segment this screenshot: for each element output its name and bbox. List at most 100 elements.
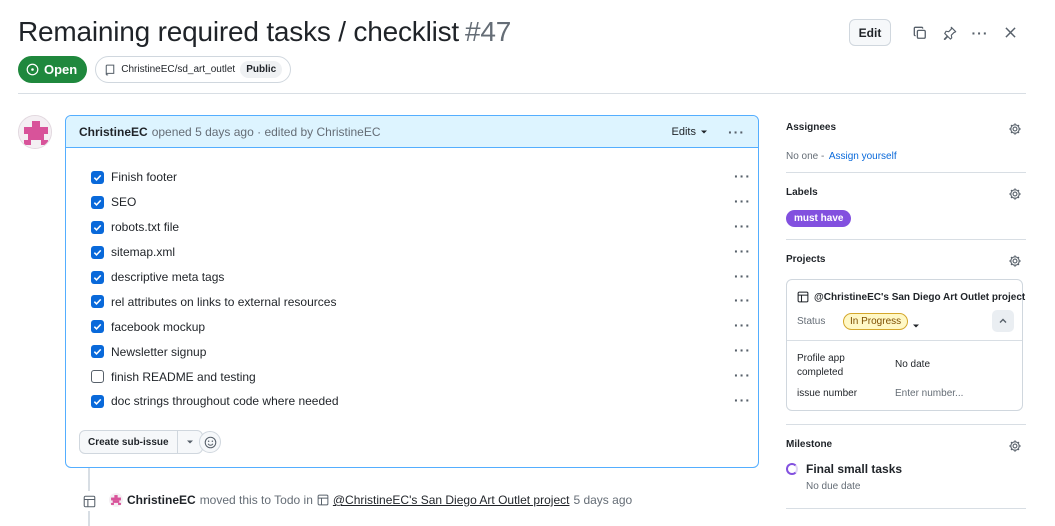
field-label-profile-app: Profile app completed — [797, 353, 845, 378]
task-checkbox[interactable] — [91, 270, 104, 284]
gear-icon[interactable] — [1008, 439, 1022, 458]
project-card-divider — [787, 340, 1022, 341]
comment-author[interactable]: ChristineEC — [79, 125, 148, 139]
project-table-icon — [79, 491, 99, 511]
header-actions: Edit ··· — [849, 19, 1025, 46]
issue-body-comment: ChristineEC opened 5 days ago · edited b… — [65, 115, 759, 468]
create-sub-issue-label: Create sub-issue — [80, 431, 178, 453]
task-item: Newsletter signup ··· — [91, 339, 751, 364]
create-sub-issue-button[interactable]: Create sub-issue — [79, 430, 203, 454]
visibility-badge: Public — [240, 61, 283, 78]
milestone-heading: Milestone — [786, 439, 833, 450]
assignees-section: Assignees No one - Assign yourself — [786, 122, 1026, 164]
copy-icon[interactable] — [905, 19, 935, 46]
task-label: descriptive meta tags — [111, 270, 225, 284]
event-project-link[interactable]: @ChristineEC's San Diego Art Outlet proj… — [333, 493, 570, 507]
projects-section: Projects — [786, 254, 1026, 267]
status-field-label: Status — [797, 316, 826, 327]
sidebar-divider — [786, 239, 1026, 240]
field-value-profile-app[interactable]: No date — [895, 359, 930, 370]
gear-icon[interactable] — [1008, 122, 1022, 141]
task-label: robots.txt file — [111, 220, 180, 235]
task-item: doc strings throughout code where needed… — [91, 389, 751, 414]
labels-section: Labels must have — [786, 187, 1026, 227]
state-label: Open — [44, 62, 78, 77]
task-more-icon[interactable]: ··· — [734, 292, 751, 308]
no-assignee-text: No one - — [786, 151, 825, 162]
repo-link[interactable]: ChristineEC/sd_art_outlet Public — [95, 56, 292, 83]
chevron-down-icon — [701, 130, 707, 133]
label-must-have[interactable]: must have — [786, 210, 852, 227]
project-name: @ChristineEC's San Diego Art Outlet proj… — [814, 291, 1026, 303]
issue-title-row: Remaining required tasks / checklist #47 — [18, 16, 511, 48]
task-checkbox[interactable] — [91, 195, 104, 209]
gear-icon[interactable] — [1008, 254, 1022, 273]
task-checkbox[interactable] — [91, 370, 104, 384]
task-label: doc strings throughout code where needed — [111, 394, 339, 409]
task-more-icon[interactable]: ··· — [734, 168, 751, 184]
timeline-event: ChristineEC moved this to Todo in @Chris… — [109, 493, 632, 507]
task-checkbox[interactable] — [91, 245, 104, 259]
milestone-name[interactable]: Final small tasks — [806, 462, 902, 476]
task-more-icon[interactable]: ··· — [734, 342, 751, 358]
task-more-icon[interactable]: ··· — [734, 193, 751, 209]
repo-icon — [105, 64, 115, 75]
pin-icon[interactable] — [935, 19, 965, 46]
event-author[interactable]: ChristineEC — [127, 493, 196, 507]
sidebar-divider — [786, 172, 1026, 173]
issue-number: #47 — [465, 16, 512, 47]
comment-more-icon[interactable]: ··· — [728, 124, 745, 140]
gear-icon[interactable] — [1008, 187, 1022, 206]
task-item: Finish footer ··· — [91, 165, 751, 190]
sidebar-divider — [786, 508, 1026, 509]
task-checkbox[interactable] — [91, 295, 104, 309]
task-item: SEO ··· — [91, 190, 751, 215]
task-label: facebook mockup — [111, 319, 206, 334]
state-badge: Open — [18, 56, 88, 83]
assign-yourself-link[interactable]: Assign yourself — [829, 151, 897, 162]
task-checkbox[interactable] — [91, 170, 104, 184]
edits-label: Edits — [671, 125, 696, 138]
project-card: @ChristineEC's San Diego Art Outlet proj… — [786, 279, 1025, 411]
task-more-icon[interactable]: ··· — [734, 367, 751, 383]
project-table-icon — [317, 494, 329, 506]
issue-meta-row: Open ChristineEC/sd_art_outlet Public — [18, 56, 292, 83]
task-item: sitemap.xml ··· — [91, 240, 751, 265]
task-checkbox[interactable] — [91, 320, 104, 334]
labels-heading: Labels — [786, 187, 818, 198]
task-item: finish README and testing ··· — [91, 364, 751, 389]
header-divider — [18, 93, 1026, 94]
chevron-down-icon[interactable] — [912, 317, 920, 335]
chevron-up-icon[interactable] — [992, 310, 1014, 332]
event-action: moved this to Todo in — [199, 493, 313, 507]
issue-title: Remaining required tasks / checklist — [18, 16, 459, 47]
comment-header: ChristineEC opened 5 days ago · edited b… — [66, 116, 758, 148]
add-reaction-icon[interactable] — [199, 431, 221, 453]
edits-dropdown[interactable]: Edits — [672, 126, 708, 138]
task-item: rel attributes on links to external reso… — [91, 289, 751, 314]
task-more-icon[interactable]: ··· — [734, 392, 751, 408]
task-label: sitemap.xml — [111, 245, 176, 260]
status-badge[interactable]: In Progress — [843, 313, 909, 330]
project-title[interactable]: @ChristineEC's San Diego Art Outlet proj… — [797, 291, 1025, 303]
event-author-avatar[interactable] — [109, 493, 123, 507]
task-more-icon[interactable]: ··· — [734, 317, 751, 333]
close-icon[interactable] — [995, 19, 1025, 46]
task-checkbox[interactable] — [91, 394, 104, 408]
task-label: SEO — [111, 195, 137, 210]
edit-button[interactable]: Edit — [849, 19, 891, 46]
task-more-icon[interactable]: ··· — [734, 268, 751, 284]
task-checkbox[interactable] — [91, 220, 104, 234]
task-more-icon[interactable]: ··· — [734, 243, 751, 259]
author-avatar[interactable] — [18, 115, 52, 149]
task-label: rel attributes on links to external reso… — [111, 294, 337, 309]
task-more-icon[interactable]: ··· — [734, 218, 751, 234]
chevron-down-icon[interactable] — [178, 438, 202, 446]
issue-number-input[interactable]: Enter number... — [895, 388, 963, 399]
projects-heading: Projects — [786, 254, 826, 265]
task-item: descriptive meta tags ··· — [91, 265, 751, 290]
task-item: facebook mockup ··· — [91, 314, 751, 339]
field-label-issue-number: issue number — [797, 388, 858, 399]
task-checkbox[interactable] — [91, 345, 104, 359]
more-icon[interactable]: ··· — [965, 19, 995, 46]
